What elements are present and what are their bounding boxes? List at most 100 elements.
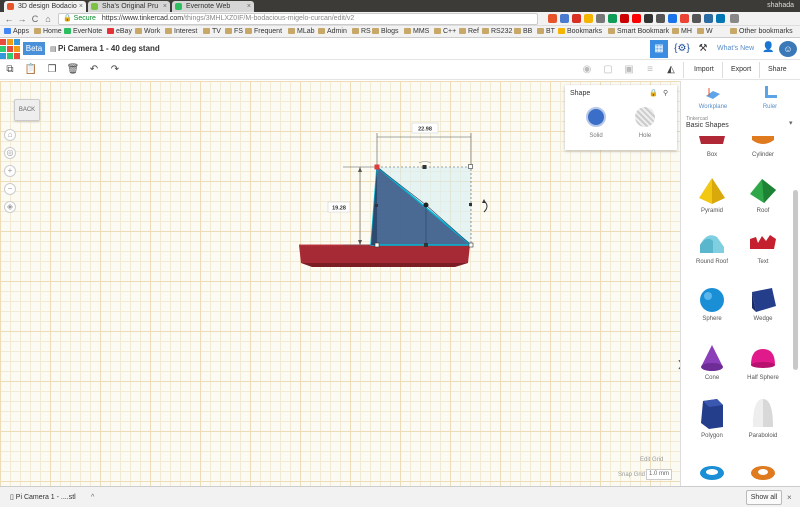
delete-icon[interactable]: 🗑 [66,63,80,77]
forward-arrow-icon[interactable]: → [16,13,28,25]
bookmark-item[interactable]: Apps [4,26,29,38]
bookmark-item[interactable]: C++ [434,26,456,38]
extension-icon[interactable] [668,14,677,23]
shape-text[interactable]: Text [743,231,783,265]
copy-icon[interactable]: ⧉ [3,63,17,77]
shape-pyramid[interactable]: Pyramid [692,176,732,214]
bookmark-item[interactable]: MMS [404,26,429,38]
reload-icon[interactable]: C [29,13,41,25]
3d-view-icon[interactable]: ▦ [650,40,668,58]
chevron-down-icon[interactable]: ▾ [789,119,793,127]
url-input[interactable]: 🔒 Secure https://www.tinkercad.com/thing… [58,13,538,25]
shape-wedge[interactable]: Wedge [743,286,783,322]
shape-round-roof[interactable]: Round Roof [692,231,732,265]
tab-evernote[interactable]: Evernote Web × [172,1,254,12]
tab-original-prusa[interactable]: Sha's Original Pru × [88,1,170,12]
shape-torus[interactable] [692,463,732,483]
extension-icon[interactable] [548,14,557,23]
extension-icon[interactable] [656,14,665,23]
group-icon[interactable]: ▢ [601,63,615,77]
shape-paraboloid[interactable]: Paraboloid [743,397,783,439]
back-arrow-icon[interactable]: ← [3,13,15,25]
duplicate-icon[interactable]: ❐ [45,63,59,77]
download-item[interactable]: ▯ Pi Camera 1 - ....stl [10,491,76,504]
whats-new-link[interactable]: What's New [717,38,754,60]
shape-polygon[interactable]: Polygon [692,397,732,439]
bookmark-item[interactable]: RS [352,26,371,38]
avatar[interactable]: ☺ [779,41,797,57]
top-rotate-handle-icon[interactable] [418,161,432,164]
bookmark-item[interactable]: Interest [165,26,197,38]
import-button[interactable]: Import [694,60,714,80]
extension-icon[interactable] [704,14,713,23]
bookmark-item[interactable]: EverNote [64,26,102,38]
mirror-icon[interactable]: ◭ [664,63,678,77]
bookmark-item[interactable]: Bookmarks [558,26,602,38]
show-all-button[interactable]: Show all [746,490,782,505]
category-select[interactable]: Basic Shapes [686,122,729,129]
extension-icon[interactable] [584,14,593,23]
download-menu-icon[interactable]: ^ [91,491,94,504]
edit-grid-button[interactable]: Edit Grid [640,457,663,463]
undo-icon[interactable]: ↶ [87,63,101,77]
redo-icon[interactable]: ↷ [108,63,122,77]
extension-icon[interactable] [692,14,701,23]
bookmark-item[interactable]: FS [225,26,243,38]
align-icon[interactable]: ≡ [643,63,657,77]
height-dimension-label[interactable]: 19.28 [332,206,346,212]
share-button[interactable]: Share [768,60,787,80]
notes-icon[interactable]: ◉ [580,63,594,77]
bookmark-item[interactable]: MLab [288,26,315,38]
extension-icon[interactable] [608,14,617,23]
bookmark-item[interactable]: BB [514,26,532,38]
lock-icon[interactable]: 🔒 [649,89,658,97]
snap-grid-select[interactable]: 1.0 mm [646,469,672,480]
chrome-menu-icon[interactable] [730,14,739,23]
bookmark-item[interactable]: Admin [318,26,347,38]
export-button[interactable]: Export [731,60,751,80]
bookmark-item[interactable]: Blogs [372,26,399,38]
bookmark-item[interactable]: TV [203,26,221,38]
extension-icon[interactable] [596,14,605,23]
extension-icon[interactable] [716,14,725,23]
shape-tube[interactable] [743,463,783,483]
add-user-icon[interactable]: 👤 [762,42,774,53]
bookmark-item[interactable]: Ref [459,26,479,38]
width-dimension-label[interactable]: 22.98 [418,127,432,133]
close-download-bar-icon[interactable]: × [787,491,792,504]
tab-tinkercad[interactable]: 3D design Bodacio × [4,1,86,12]
bookmark-item[interactable]: Home [34,26,62,38]
bookmark-item[interactable]: eBay [107,26,132,38]
extension-icon[interactable] [644,14,653,23]
base-plate[interactable] [299,244,470,267]
solid-option[interactable] [586,107,606,127]
bookmark-item[interactable]: Frequent [245,26,282,38]
shape-half-sphere[interactable]: Half Sphere [743,343,783,381]
workplane-tool[interactable]: Workplane [698,85,728,110]
paste-icon[interactable]: 📋 [24,63,38,77]
extension-icon[interactable] [572,14,581,23]
tab-close-icon[interactable]: × [163,1,167,12]
shape-box[interactable]: Box [692,136,732,158]
extension-icon[interactable] [560,14,569,23]
shape-cone[interactable]: Cone [692,343,732,381]
extension-icon[interactable] [680,14,689,23]
tinkercad-logo[interactable] [0,39,20,59]
shape-roof[interactable]: Roof [743,176,783,214]
ruler-tool[interactable]: Ruler [755,85,785,110]
light-bulb-icon[interactable]: ⚲ [663,89,668,97]
shape-sphere[interactable]: Sphere [692,286,732,322]
bookmark-item[interactable]: BT [537,26,555,38]
bookmark-item[interactable]: Smart Bookmark [608,26,669,38]
document-title[interactable]: Pi Camera 1 - 40 deg stand [58,38,160,60]
tab-close-icon[interactable]: × [247,1,251,12]
bookmark-item[interactable]: W [697,26,713,38]
pickaxe-icon[interactable]: ⚒ [695,40,711,58]
hole-option[interactable] [635,107,655,127]
bookmark-item[interactable]: Work [135,26,160,38]
codeblocks-icon[interactable]: {⚙} [673,40,691,58]
workplane-canvas[interactable]: BACK ⌂ ◎ + − ◈ 22.98 19.28 Shape 🔒 ⚲ Sol… [0,81,680,486]
shape-cylinder[interactable]: Cylinder [743,136,783,158]
ungroup-icon[interactable]: ▣ [622,63,636,77]
bookmark-item[interactable]: Other bookmarks [730,26,793,38]
